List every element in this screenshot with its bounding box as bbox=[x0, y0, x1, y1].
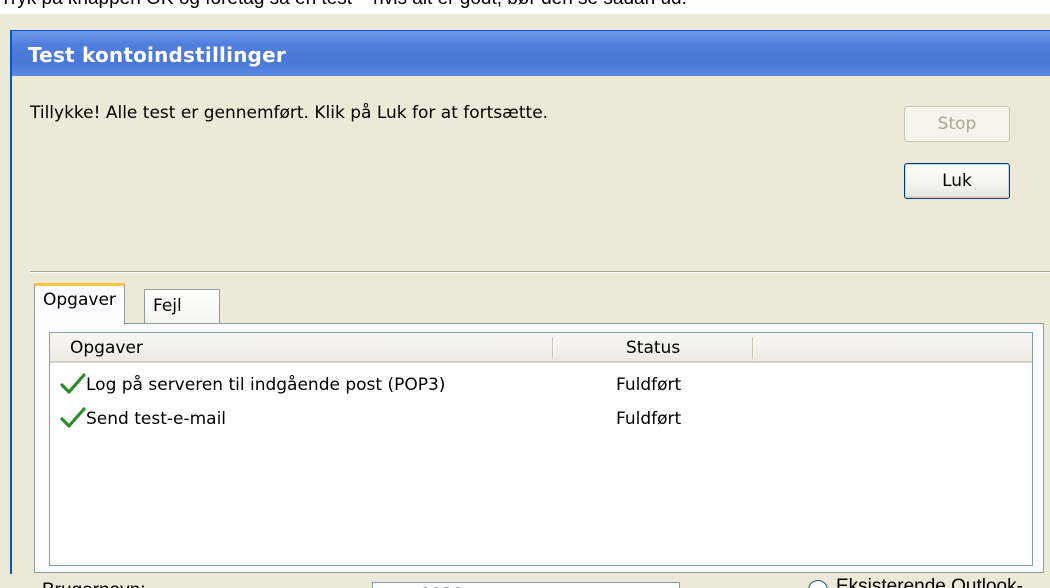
dialog-titlebar[interactable]: Test kontoindstillinger bbox=[12, 31, 1050, 76]
existing-outlook-radio-label: Eksisterende Outlook- bbox=[836, 576, 1023, 588]
check-icon bbox=[60, 407, 86, 428]
task-name: Send test-e-mail bbox=[86, 409, 227, 429]
task-status: Fuldført bbox=[616, 409, 682, 429]
check-icon bbox=[60, 373, 86, 394]
column-header-status[interactable]: Status bbox=[626, 338, 680, 358]
close-button[interactable]: Luk bbox=[904, 163, 1010, 199]
status-message: Tillykke! Alle test er gennemført. Klik … bbox=[30, 103, 549, 123]
table-row[interactable]: Log på serveren til indgående post (POP3… bbox=[50, 369, 1032, 403]
table-row[interactable]: Send test-e-mail Fuldført bbox=[50, 403, 1032, 437]
list-header: Opgaver Status bbox=[50, 333, 1032, 363]
column-header-tasks[interactable]: Opgaver bbox=[70, 338, 143, 358]
document-text: Tryk på knappen OK og foretag så en test… bbox=[0, 0, 1050, 14]
dialog-title: Test kontoindstillinger bbox=[28, 43, 286, 67]
username-input[interactable]: supp9939 bbox=[372, 582, 680, 588]
tasks-tab-panel: Opgaver Status Log på serveren til indgå… bbox=[34, 323, 1044, 573]
existing-outlook-radio[interactable] bbox=[808, 580, 828, 588]
tasks-list[interactable]: Opgaver Status Log på serveren til indgå… bbox=[49, 332, 1033, 566]
test-account-settings-dialog: Test kontoindstillinger Tillykke! Alle t… bbox=[10, 30, 1050, 574]
task-status: Fuldført bbox=[616, 375, 682, 395]
tab-tasks[interactable]: Opgaver bbox=[34, 283, 125, 325]
tab-errors[interactable]: Fejl bbox=[144, 289, 220, 323]
column-divider[interactable] bbox=[552, 337, 554, 359]
column-divider[interactable] bbox=[752, 337, 754, 359]
stop-button[interactable]: Stop bbox=[904, 106, 1010, 142]
task-name: Log på serveren til indgående post (POP3… bbox=[86, 375, 446, 395]
divider bbox=[30, 271, 1050, 273]
username-label: Brugernavn: bbox=[42, 580, 146, 588]
